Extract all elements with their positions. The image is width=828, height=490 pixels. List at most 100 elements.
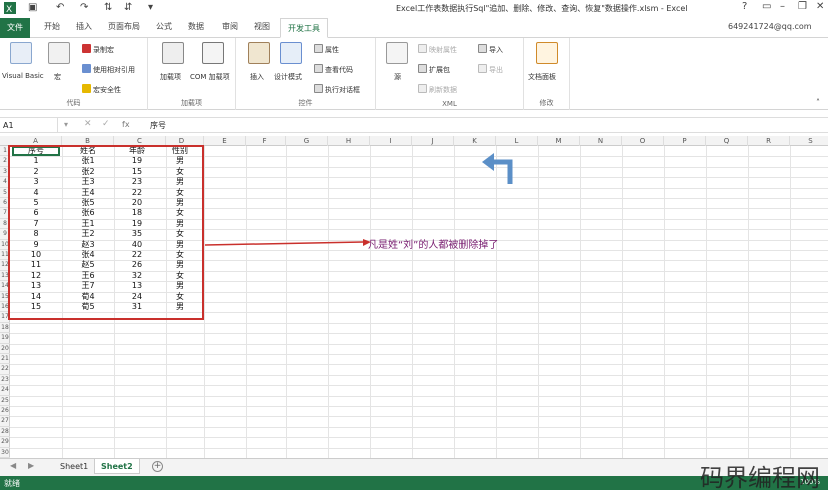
macro-security-button[interactable]: 宏安全性	[82, 84, 121, 95]
column-header-q[interactable]: Q	[706, 136, 748, 146]
blue-return-arrow-icon	[482, 153, 513, 184]
visual-basic-icon	[10, 42, 32, 64]
undo-icon[interactable]: ↶	[56, 2, 64, 13]
next-sheet-icon[interactable]: ▶	[28, 461, 34, 470]
group-label-modify: 修改	[539, 99, 554, 107]
group-label-code: 代码	[66, 99, 81, 107]
addins-button[interactable]: 加载项	[160, 72, 181, 82]
help-button[interactable]: ?	[742, 1, 747, 12]
column-header-k[interactable]: K	[454, 136, 496, 146]
name-box-dropdown-icon[interactable]: ▾	[64, 120, 68, 129]
xml-source-button[interactable]: 源	[394, 72, 401, 82]
relative-reference-button[interactable]: 使用相对引用	[82, 64, 135, 75]
com-addins-button[interactable]: COM 加载项	[190, 72, 230, 82]
properties-icon	[314, 44, 323, 53]
expansion-packs-icon	[418, 64, 427, 73]
column-header-f[interactable]: F	[244, 136, 286, 146]
customize-toolbar-icon[interactable]: ▾	[148, 2, 153, 13]
tab-home[interactable]: 开始	[44, 21, 60, 32]
tab-formulas[interactable]: 公式	[156, 21, 172, 32]
cancel-icon[interactable]: ✕	[84, 119, 92, 129]
group-label-xml: XML	[442, 100, 457, 108]
watermark: 码界编程网	[700, 464, 820, 490]
group-xml: 源 映射属性 扩展包 刷新数据 导入 导出 XML	[376, 38, 524, 110]
tab-data[interactable]: 数据	[188, 21, 204, 32]
highlight-box	[8, 145, 204, 320]
xml-source-icon	[386, 42, 408, 64]
ribbon-tabs: 文件 开始 插入 页面布局 公式 数据 审阅 视图 开发工具 649241724…	[0, 18, 828, 38]
macros-button[interactable]: 宏	[54, 72, 61, 82]
column-header-s[interactable]: S	[790, 136, 828, 146]
column-header-h[interactable]: H	[328, 136, 370, 146]
close-button[interactable]: ✕	[816, 1, 824, 12]
column-header-r[interactable]: R	[748, 136, 790, 146]
sort-descending-icon[interactable]: ⇵	[124, 2, 132, 13]
design-mode-button[interactable]: 设计模式	[274, 72, 302, 82]
group-code: Visual Basic 宏 录制宏 使用相对引用 宏安全性 代码	[0, 38, 148, 110]
map-properties-icon	[418, 44, 427, 53]
sheet-tab-sheet1[interactable]: Sheet1	[54, 459, 94, 474]
formula-input[interactable]: 序号	[150, 120, 166, 131]
import-button[interactable]: 导入	[478, 44, 503, 55]
tab-developer[interactable]: 开发工具	[280, 18, 328, 38]
tab-view[interactable]: 视图	[254, 21, 270, 32]
document-panel-button[interactable]: 文档面板	[528, 72, 556, 82]
excel-logo-icon: X	[4, 2, 16, 17]
tab-page-layout[interactable]: 页面布局	[108, 21, 140, 32]
column-header-m[interactable]: M	[538, 136, 580, 146]
ribbon: Visual Basic 宏 录制宏 使用相对引用 宏安全性 代码 加载项 CO…	[0, 38, 828, 110]
record-icon	[82, 44, 91, 53]
redo-icon[interactable]: ↷	[80, 2, 88, 13]
export-button[interactable]: 导出	[478, 64, 503, 75]
spreadsheet-grid[interactable]: ABCDEFGHIJKLMNOPQRS 1 2 3 4 5 6 7 8 9 10 11 12 13 14 1…	[0, 136, 828, 458]
collapse-ribbon-icon[interactable]: ˄	[816, 98, 820, 107]
expansion-packs-button[interactable]: 扩展包	[418, 64, 450, 75]
design-mode-icon	[280, 42, 302, 64]
group-controls: 插入 设计模式 属性 查看代码 执行对话框 控件	[236, 38, 376, 110]
view-code-button[interactable]: 查看代码	[314, 64, 353, 75]
svg-text:X: X	[6, 5, 12, 14]
group-label-controls: 控件	[298, 99, 313, 107]
column-header-j[interactable]: J	[412, 136, 454, 146]
column-header-e[interactable]: E	[204, 136, 246, 146]
group-addins: 加载项 COM 加载项 加载项	[148, 38, 236, 110]
properties-button[interactable]: 属性	[314, 44, 339, 55]
column-header-o[interactable]: O	[622, 136, 664, 146]
column-header-p[interactable]: P	[664, 136, 706, 146]
name-box[interactable]: A1	[0, 118, 58, 133]
visual-basic-button[interactable]: Visual Basic	[2, 72, 44, 80]
save-icon[interactable]: ▣	[28, 2, 37, 13]
column-header-g[interactable]: G	[286, 136, 328, 146]
view-code-icon	[314, 64, 323, 73]
toolbox-icon	[248, 42, 270, 64]
restore-button[interactable]: ❐	[798, 1, 807, 12]
sheet-tab-sheet2[interactable]: Sheet2	[94, 459, 140, 474]
group-label-addins: 加载项	[181, 99, 202, 107]
minimize-button[interactable]: –	[780, 1, 785, 12]
tab-file[interactable]: 文件	[0, 18, 30, 38]
prev-sheet-icon[interactable]: ◀	[10, 461, 16, 470]
sort-ascending-icon[interactable]: ⇅	[104, 2, 112, 13]
red-arrow-icon	[205, 239, 371, 246]
column-header-i[interactable]: I	[370, 136, 412, 146]
map-properties-button[interactable]: 映射属性	[418, 44, 457, 55]
ribbon-display-icon[interactable]: ▭	[762, 1, 771, 12]
record-macro-button[interactable]: 录制宏	[82, 44, 114, 55]
insert-control-button[interactable]: 插入	[250, 72, 264, 82]
column-header-n[interactable]: N	[580, 136, 622, 146]
dialog-icon	[314, 84, 323, 93]
relative-reference-icon	[82, 64, 91, 73]
tab-review[interactable]: 审阅	[222, 21, 238, 32]
insert-function-icon[interactable]: fx	[122, 120, 130, 129]
refresh-data-button[interactable]: 刷新数据	[418, 84, 457, 95]
add-sheet-icon[interactable]: +	[152, 461, 163, 472]
account-name[interactable]: 649241724@qq.com	[728, 22, 812, 31]
formula-bar: A1 ▾ ✕ ✓ fx 序号	[0, 117, 828, 133]
com-addins-icon	[202, 42, 224, 64]
run-dialog-button[interactable]: 执行对话框	[314, 84, 360, 95]
warning-icon	[82, 84, 91, 93]
column-header-l[interactable]: L	[496, 136, 538, 146]
window-title: Excel工作表数据执行Sql"追加、删除、修改、查询、恢复"数据操作.xlsm…	[396, 4, 688, 13]
tab-insert[interactable]: 插入	[76, 21, 92, 32]
enter-icon[interactable]: ✓	[102, 119, 110, 129]
